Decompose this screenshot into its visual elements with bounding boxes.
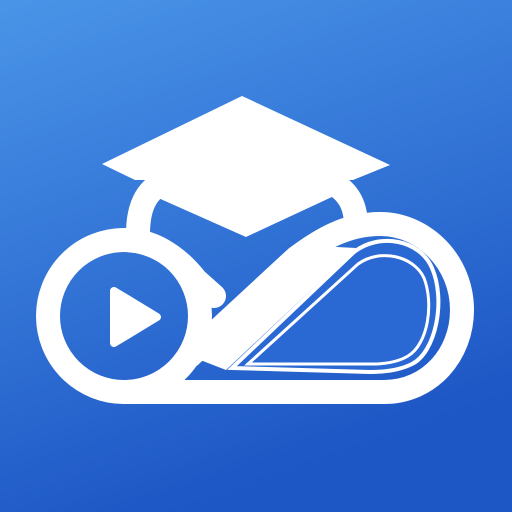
app-icon (0, 0, 512, 512)
app-icon-graphic (0, 0, 512, 512)
